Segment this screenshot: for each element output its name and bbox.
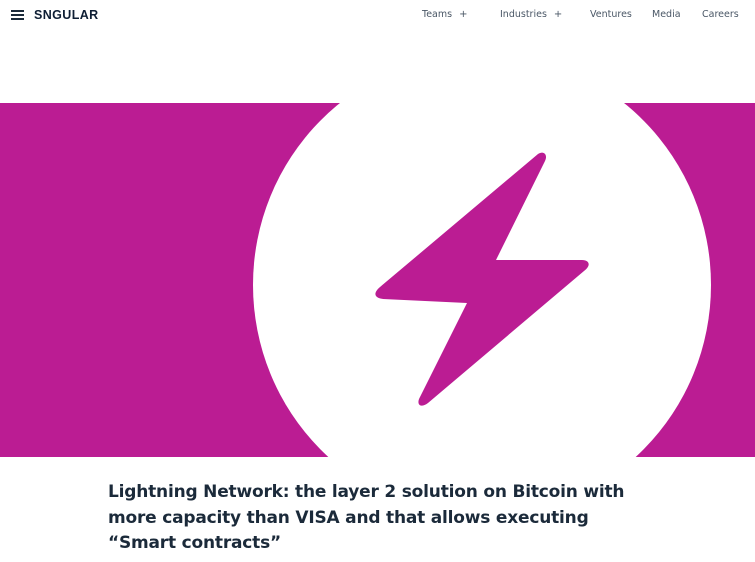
nav-item-label: Ventures: [590, 9, 632, 20]
hero-image: [0, 103, 755, 457]
nav-item-industries[interactable]: Industries +: [500, 9, 562, 20]
nav-item-label: Teams: [422, 9, 453, 20]
site-header: SNGULAR Teams + Industries + Ventures Medi…: [0, 0, 755, 30]
hero-graphic: [253, 103, 711, 457]
nav-item-label: Industries: [500, 9, 547, 20]
nav-item-careers[interactable]: Careers: [702, 9, 739, 20]
plus-icon: +: [459, 9, 468, 20]
nav-item-teams[interactable]: Teams +: [422, 9, 467, 20]
nav-item-ventures[interactable]: Ventures: [590, 9, 632, 20]
main-nav: Teams + Industries + Ventures Media Career…: [0, 9, 755, 23]
nav-item-label: Media: [652, 9, 681, 20]
plus-icon: +: [553, 9, 563, 20]
nav-item-label: Careers: [702, 9, 739, 20]
nav-item-media[interactable]: Media: [652, 9, 681, 20]
article-title[interactable]: Lightning Network: the layer 2 solution …: [108, 480, 628, 557]
